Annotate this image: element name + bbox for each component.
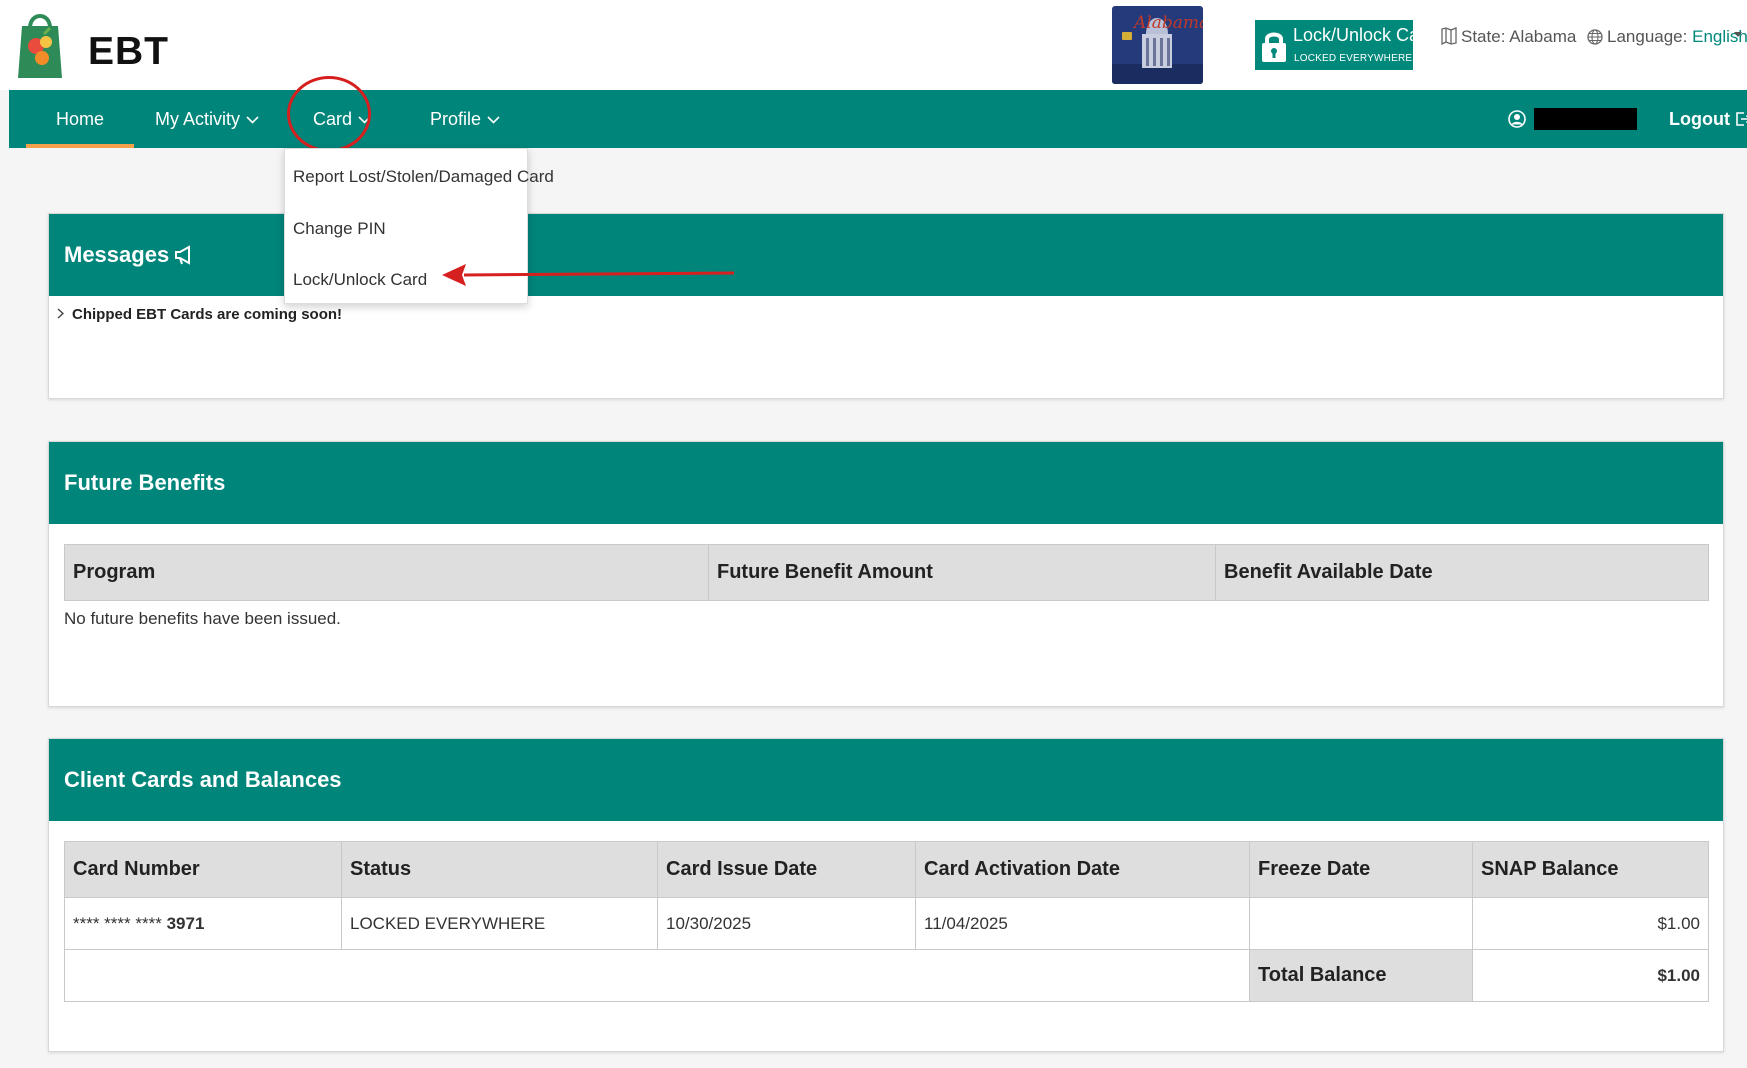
redacted-username <box>1534 108 1637 130</box>
chevron-down-icon <box>358 116 371 124</box>
future-benefits-title: Future Benefits <box>64 470 226 495</box>
lock-button-title: Lock/Unlock Card <box>1293 25 1436 45</box>
chevron-down-icon <box>246 116 259 124</box>
column-header: Status <box>341 841 658 898</box>
lock-button-status: LOCKED EVERYWHERE <box>1294 53 1413 64</box>
column-header: Card Number <box>64 841 342 898</box>
messages-title-text: Messages <box>64 242 170 267</box>
menu-item-change-pin[interactable]: Change PIN <box>293 219 386 239</box>
chevron-right-icon <box>57 308 65 319</box>
message-text: Chipped EBT Cards are coming soon! <box>72 306 343 323</box>
card-dropdown-menu: Report Lost/Stolen/Damaged Card Change P… <box>284 148 554 304</box>
caret-down-icon <box>1734 32 1742 37</box>
padlock-icon <box>1262 32 1286 62</box>
menu-item-lock-unlock-card[interactable]: Lock/Unlock Card <box>293 270 427 290</box>
nav-card[interactable]: Card <box>313 90 371 148</box>
card-number-last4: 3971 <box>166 913 205 933</box>
total-balance-label: Total Balance <box>1249 949 1473 1002</box>
client-cards-title: Client Cards and Balances <box>64 767 342 792</box>
column-header: Program <box>64 544 709 601</box>
state-value: Alabama <box>1509 27 1577 46</box>
messages-title: Messages <box>64 242 194 268</box>
language-label: Language: <box>1607 27 1688 46</box>
card-issue-date-cell: 10/30/2025 <box>657 897 916 950</box>
client-cards-panel: Client Cards and Balances Card Number St… <box>48 738 1724 1052</box>
column-header: Benefit Available Date <box>1215 544 1709 601</box>
card-activation-date-cell: 11/04/2025 <box>915 897 1250 950</box>
globe-icon <box>1587 29 1603 45</box>
nav-my-activity-label: My Activity <box>155 109 241 129</box>
logout-label: Logout <box>1669 109 1730 129</box>
message-item[interactable]: Chipped EBT Cards are coming soon! <box>57 306 342 323</box>
total-row: Total Balance $1.00 <box>64 949 1709 1002</box>
column-header: Freeze Date <box>1249 841 1473 898</box>
card-number-masked: **** **** **** <box>73 913 162 933</box>
active-tab-indicator <box>26 144 134 148</box>
state-card-text: Alabama <box>1132 13 1203 33</box>
table-header-row: Card Number Status Card Issue Date Card … <box>64 841 1709 898</box>
main-navigation: Home My Activity Card Profile Logout <box>9 90 1747 148</box>
snap-balance-cell: $1.00 <box>1472 897 1709 950</box>
nav-my-activity[interactable]: My Activity <box>155 90 259 148</box>
logout-link[interactable]: Logout <box>1669 90 1747 148</box>
client-cards-header: Client Cards and Balances <box>49 739 1723 821</box>
freeze-date-cell <box>1249 897 1473 950</box>
nav-card-label: Card <box>313 109 353 129</box>
column-header: Card Issue Date <box>657 841 916 898</box>
state-selector[interactable]: State: Alabama <box>1441 27 1576 47</box>
state-card-image: Alabama <box>1112 6 1203 84</box>
future-benefits-table: Program Future Benefit Amount Benefit Av… <box>64 544 1709 601</box>
chevron-down-icon <box>487 116 500 124</box>
state-label: State: <box>1461 27 1506 46</box>
card-status-cell: LOCKED EVERYWHERE <box>341 897 658 950</box>
lock-unlock-card-button[interactable]: Lock/Unlock Card LOCKED EVERYWHERE <box>1255 20 1435 70</box>
total-spacer-cell <box>64 949 1250 1002</box>
card-number-cell: **** **** **** 3971 <box>64 897 342 950</box>
future-benefits-panel: Future Benefits Program Future Benefit A… <box>48 441 1724 707</box>
nav-profile-label: Profile <box>430 109 482 129</box>
column-header: SNAP Balance <box>1472 841 1709 898</box>
shopping-bag-icon <box>18 14 62 78</box>
table-row: **** **** **** 3971 LOCKED EVERYWHERE 10… <box>64 897 1709 950</box>
nav-profile[interactable]: Profile <box>430 90 500 148</box>
client-cards-table: Card Number Status Card Issue Date Card … <box>64 841 1709 1002</box>
column-header: Card Activation Date <box>915 841 1250 898</box>
logout-icon <box>1736 112 1747 126</box>
language-selector[interactable]: Language: English <box>1587 27 1747 47</box>
total-balance-value: $1.00 <box>1472 949 1709 1002</box>
column-header: Future Benefit Amount <box>708 544 1216 601</box>
menu-item-report-lost-card[interactable]: Report Lost/Stolen/Damaged Card <box>293 167 554 187</box>
nav-home-label: Home <box>55 109 104 129</box>
nav-home[interactable]: Home <box>26 90 134 148</box>
future-benefits-header: Future Benefits <box>49 442 1723 524</box>
user-avatar-icon[interactable] <box>1508 110 1526 128</box>
top-header: EBT Alabama Lock/Unlock Card LOCKED EVER… <box>0 0 1747 90</box>
table-header-row: Program Future Benefit Amount Benefit Av… <box>64 544 1709 601</box>
map-icon <box>1441 27 1457 46</box>
megaphone-icon <box>175 245 191 265</box>
ebt-logo[interactable]: EBT <box>16 6 168 84</box>
empty-state-text: No future benefits have been issued. <box>64 609 341 628</box>
logo-text: EBT <box>88 30 169 73</box>
